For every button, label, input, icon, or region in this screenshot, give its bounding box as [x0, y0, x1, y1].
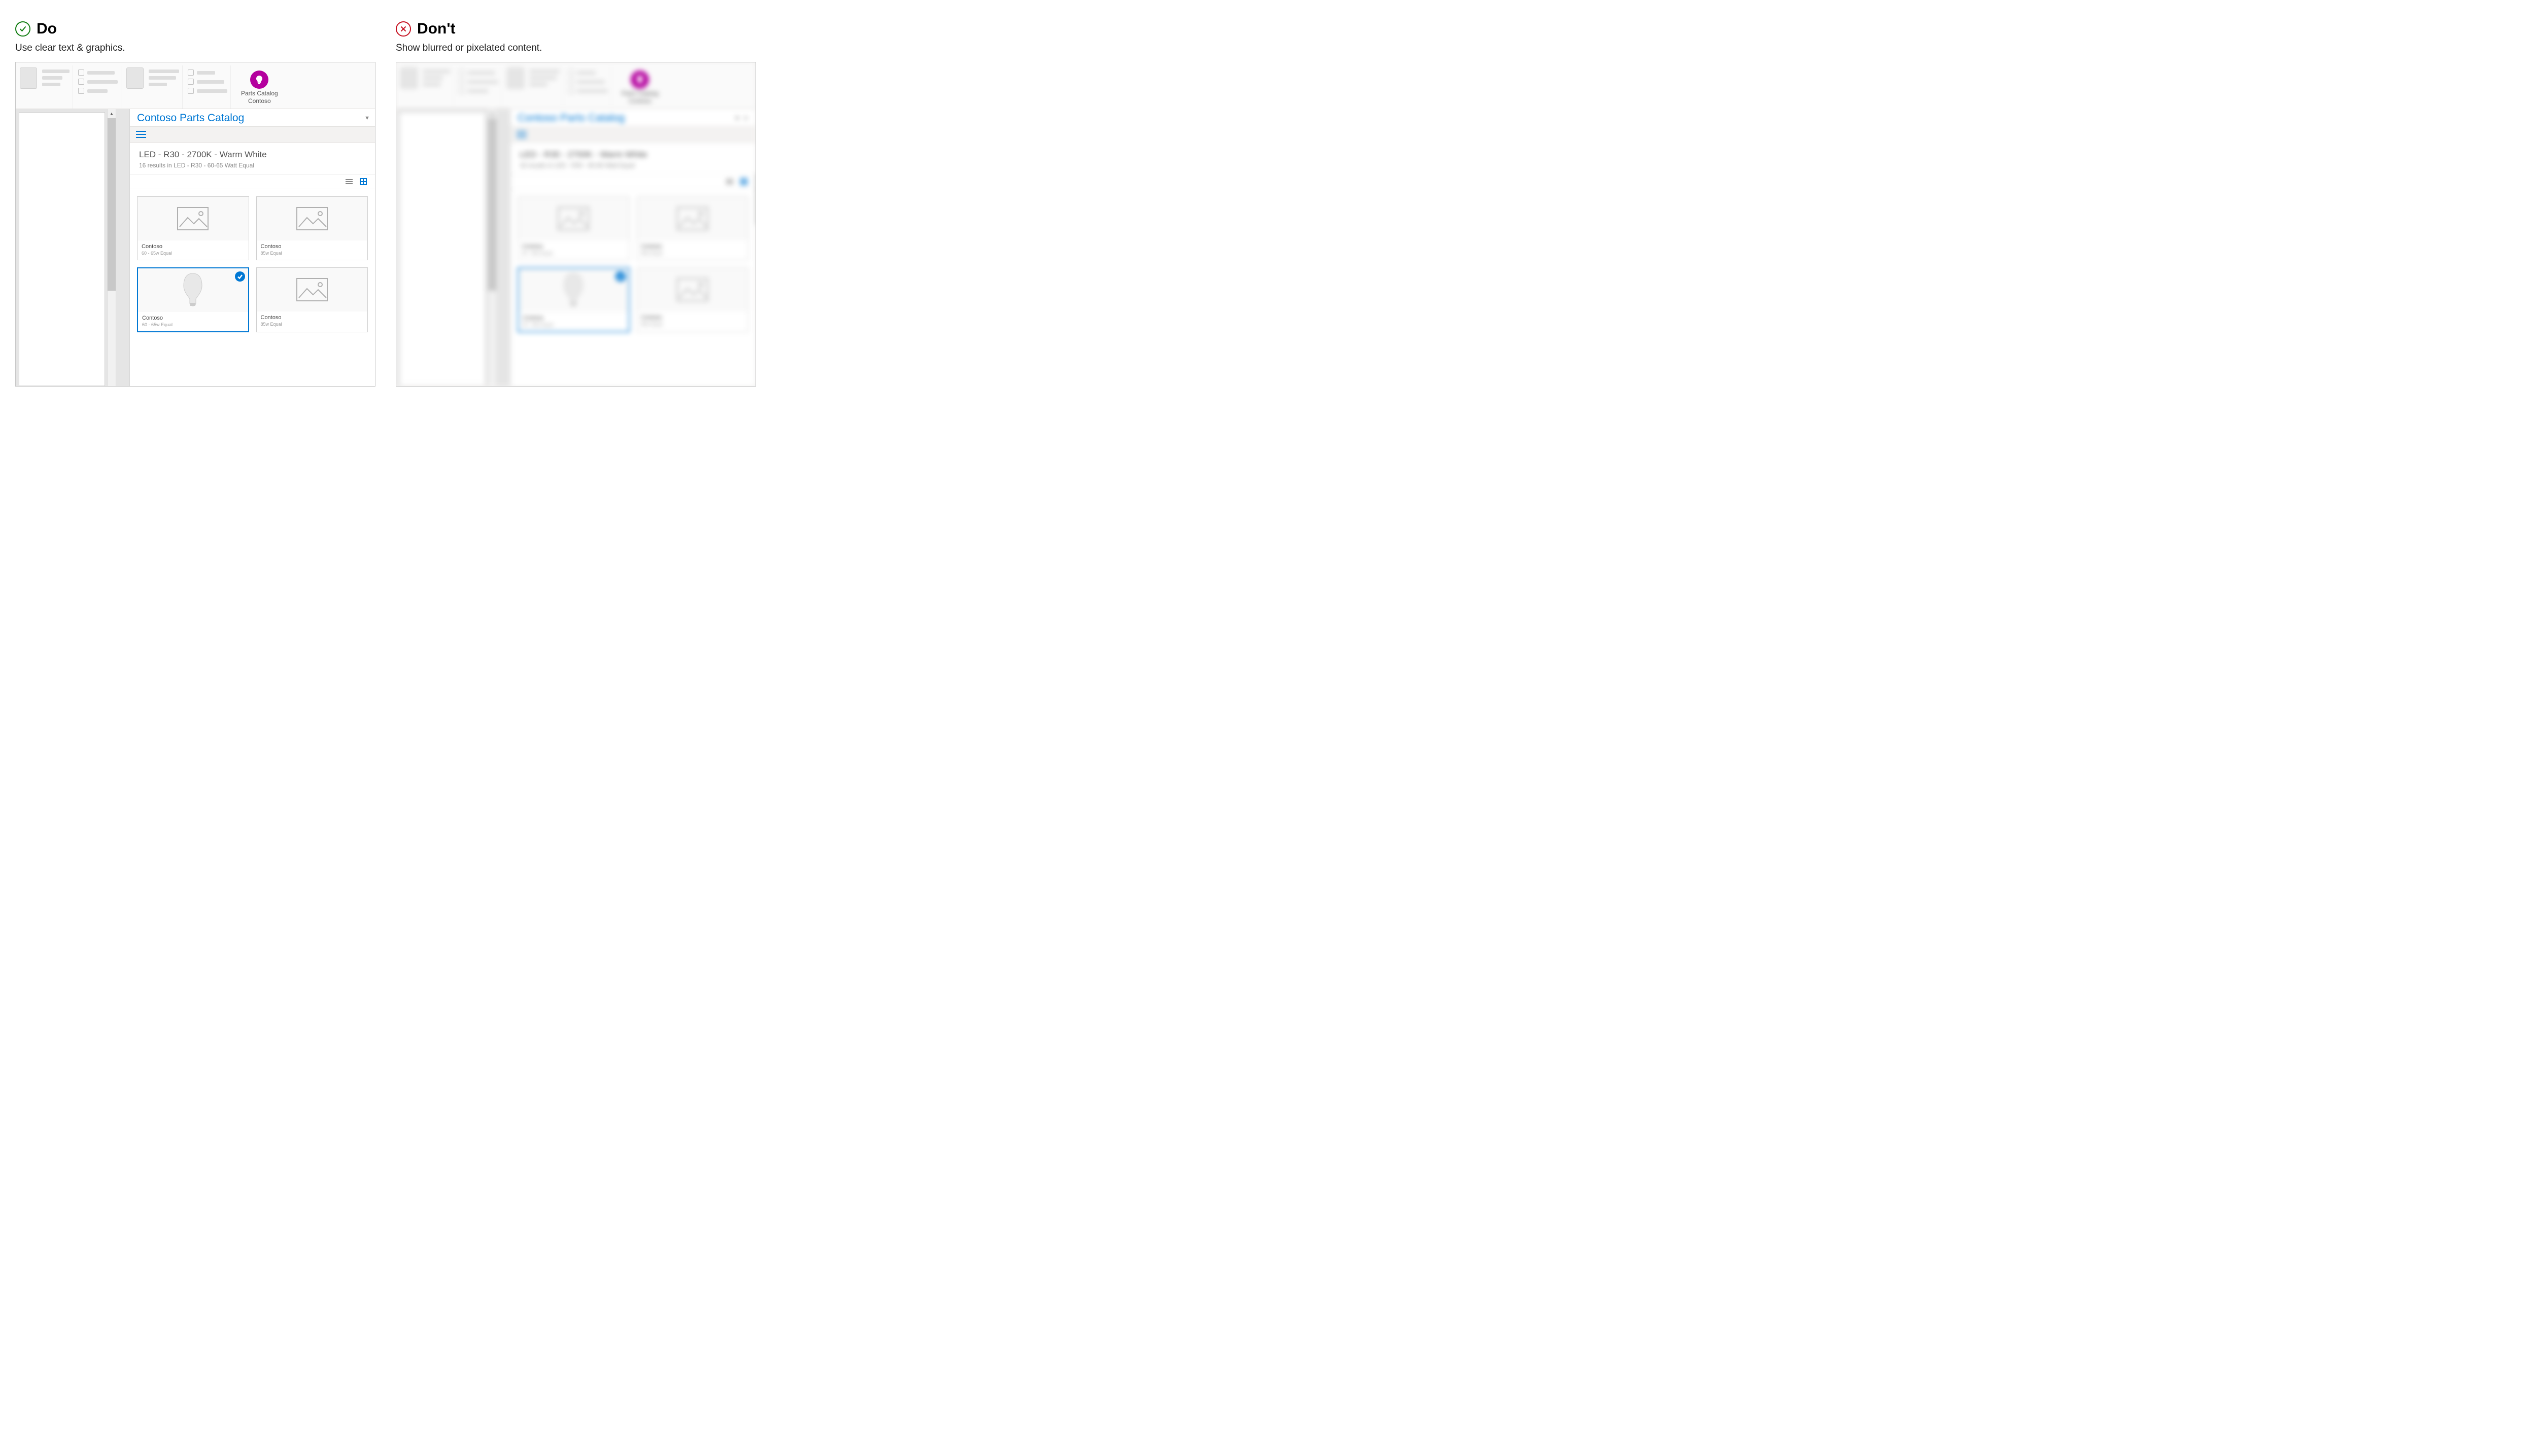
placeholder-image-icon: [138, 197, 249, 240]
selected-check-icon: [615, 271, 626, 282]
scroll-thumb[interactable]: [108, 118, 116, 291]
product-spec: 85w Equal: [641, 251, 744, 256]
placeholder-image-icon: [637, 197, 748, 240]
task-pane: Contoso Parts Catalog ▼ LED - R30 - 2700…: [129, 109, 375, 386]
do-heading: Do: [37, 20, 57, 38]
product-card[interactable]: Contoso60 - 65w Equal: [137, 196, 249, 260]
product-brand: Contoso: [261, 315, 364, 321]
scrollbar[interactable]: ▲: [107, 109, 116, 386]
scrollbar[interactable]: ▲: [488, 109, 497, 386]
taskpane-title: Contoso Parts Catalog: [137, 112, 244, 124]
search-title: LED - R30 - 2700K - Warm White: [139, 150, 366, 160]
check-circle-icon: [15, 21, 30, 37]
product-grid: Contoso60 - 65w EqualContoso85w EqualCon…: [518, 196, 748, 332]
product-card[interactable]: Contoso85w Equal: [637, 196, 749, 260]
ribbon-addin-button[interactable]: Parts Catalog Contoso: [616, 65, 664, 109]
product-brand: Contoso: [523, 315, 625, 321]
search-summary: LED - R30 - 2700K - Warm White 16 result…: [130, 143, 375, 175]
product-card[interactable]: Contoso60 - 65w Equal: [518, 267, 630, 332]
hamburger-menu-icon[interactable]: [517, 131, 527, 138]
product-card[interactable]: Contoso85w Equal: [256, 196, 368, 260]
grid-icon: [740, 178, 747, 185]
chevron-down-icon[interactable]: ▼: [364, 115, 370, 121]
search-summary: LED - R30 - 2700K - Warm White 16 result…: [510, 143, 756, 175]
hamburger-menu-icon[interactable]: [136, 131, 146, 138]
document-page: [399, 112, 486, 386]
ribbon: Parts Catalog Contoso: [16, 62, 375, 109]
ribbon-addin-button[interactable]: Parts Catalog Contoso: [236, 65, 283, 109]
addin-title: Parts Catalog: [241, 90, 278, 97]
scroll-thumb[interactable]: [488, 118, 496, 291]
grid-view-button[interactable]: [359, 178, 368, 186]
ribbon-button-placeholder[interactable]: [400, 67, 418, 89]
addin-publisher: Contoso: [622, 97, 659, 105]
do-header: Do: [15, 20, 375, 38]
product-spec: 60 - 65w Equal: [142, 251, 245, 256]
product-spec: 85w Equal: [261, 322, 364, 327]
list-icon: [726, 179, 733, 184]
document-page: [19, 112, 105, 386]
taskpane-title: Contoso Parts Catalog: [518, 112, 625, 124]
dont-heading: Don't: [417, 20, 455, 38]
product-card[interactable]: Contoso85w Equal: [637, 267, 749, 332]
product-card[interactable]: Contoso60 - 65w Equal: [137, 267, 249, 332]
addin-publisher: Contoso: [241, 97, 278, 105]
product-spec: 85w Equal: [261, 251, 364, 256]
ribbon: Parts Catalog Contoso: [396, 62, 756, 109]
x-circle-icon: [396, 21, 411, 37]
product-grid: Contoso60 - 65w EqualContoso85w EqualCon…: [137, 196, 368, 332]
do-subtext: Use clear text & graphics.: [15, 43, 375, 54]
dont-column: Don't Show blurred or pixelated content.: [396, 20, 756, 387]
placeholder-image-icon: [257, 197, 368, 240]
placeholder-image-icon: [518, 197, 629, 240]
document-area[interactable]: [396, 109, 488, 386]
dont-header: Don't: [396, 20, 756, 38]
do-column: Do Use clear text & graphics.: [15, 20, 375, 387]
ribbon-button-placeholder[interactable]: [507, 67, 524, 89]
grid-icon: [360, 178, 367, 185]
list-view-button[interactable]: [345, 178, 354, 186]
placeholder-image-icon: [257, 268, 368, 311]
product-card[interactable]: Contoso85w Equal: [256, 267, 368, 332]
product-spec: 60 - 65w Equal: [522, 251, 625, 256]
selected-check-icon: [235, 271, 245, 282]
bulb-image: [138, 268, 248, 312]
do-app-frame: Parts Catalog Contoso ▲ C: [15, 62, 375, 387]
document-area[interactable]: [16, 109, 107, 386]
task-pane: Contoso Parts Catalog ▼ ✕ LED - R30 - 27…: [510, 109, 756, 386]
product-card[interactable]: Contoso60 - 65w Equal: [518, 196, 630, 260]
product-brand: Contoso: [641, 244, 744, 250]
bulb-image: [519, 268, 629, 312]
search-title: LED - R30 - 2700K - Warm White: [520, 150, 746, 160]
product-spec: 85w Equal: [641, 322, 744, 327]
dont-subtext: Show blurred or pixelated content.: [396, 43, 756, 54]
addin-title: Parts Catalog: [622, 90, 659, 97]
product-brand: Contoso: [142, 244, 245, 250]
ribbon-button-placeholder[interactable]: [126, 67, 144, 89]
product-brand: Contoso: [142, 315, 244, 321]
scroll-up-icon[interactable]: ▲: [488, 109, 496, 118]
ribbon-button-placeholder[interactable]: [20, 67, 37, 89]
close-icon[interactable]: ✕: [743, 115, 748, 122]
search-subtitle: 16 results in LED - R30 - 60-65 Watt Equ…: [520, 162, 746, 169]
chevron-down-icon[interactable]: ▼: [734, 115, 740, 122]
scroll-up-icon[interactable]: ▲: [108, 109, 116, 118]
list-icon: [346, 179, 353, 184]
product-brand: Contoso: [641, 315, 744, 321]
grid-view-button[interactable]: [739, 178, 748, 186]
product-spec: 60 - 65w Equal: [142, 322, 244, 327]
placeholder-image-icon: [637, 268, 748, 311]
dont-app-frame: Parts Catalog Contoso ▲ Contoso: [396, 62, 756, 387]
lightbulb-icon: [250, 71, 268, 89]
lightbulb-icon: [631, 71, 649, 89]
list-view-button[interactable]: [725, 178, 734, 186]
product-brand: Contoso: [261, 244, 364, 250]
product-brand: Contoso: [522, 244, 625, 250]
search-subtitle: 16 results in LED - R30 - 60-65 Watt Equ…: [139, 162, 366, 169]
product-spec: 60 - 65w Equal: [523, 322, 625, 327]
